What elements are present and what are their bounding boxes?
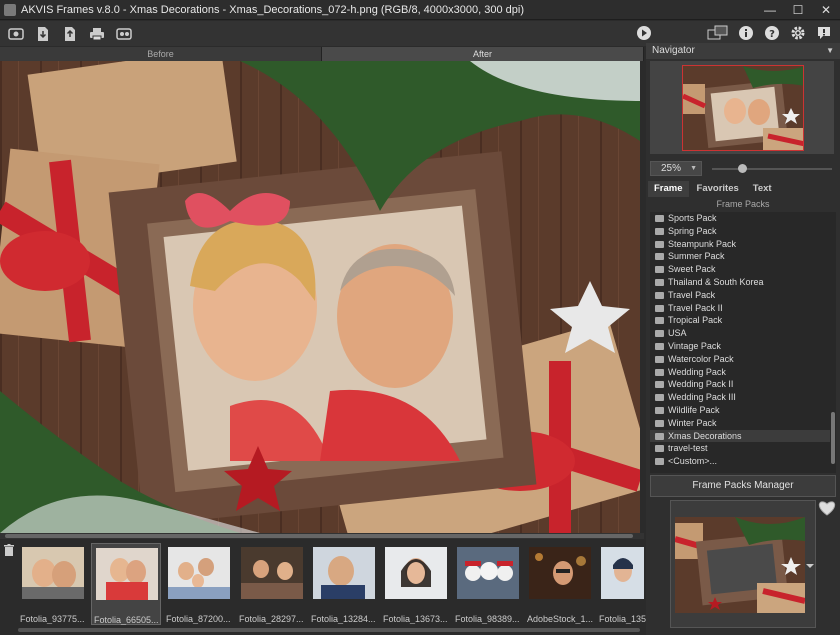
thumbnail-image — [313, 547, 375, 599]
trash-icon[interactable] — [4, 544, 14, 556]
framed-photo-preview — [0, 61, 640, 533]
filmstrip-item[interactable]: Fotolia_98389... — [453, 543, 523, 625]
pack-item[interactable]: <Custom>... — [650, 455, 830, 468]
print-icon[interactable] — [86, 24, 108, 44]
run-icon[interactable] — [634, 23, 654, 43]
image-canvas[interactable] — [0, 61, 640, 533]
packs-scrollbar[interactable] — [830, 212, 836, 473]
pack-item[interactable]: travel-test — [650, 442, 830, 455]
frame-preview-image — [675, 517, 805, 613]
filmstrip-item[interactable]: Fotolia_93775... — [18, 543, 88, 625]
chevron-down-icon: ▼ — [690, 165, 697, 172]
pack-item[interactable]: Vintage Pack — [650, 340, 830, 353]
minimize-icon[interactable]: — — [756, 0, 784, 20]
thumbnail-image — [96, 548, 158, 600]
thumbnail-image — [601, 547, 644, 599]
filmstrip-item[interactable]: Fotolia_13284... — [309, 543, 379, 625]
export-icon[interactable] — [59, 24, 81, 44]
open-image-icon[interactable] — [5, 24, 27, 44]
settings-icon[interactable] — [788, 23, 808, 43]
tab-after[interactable]: After — [322, 47, 644, 61]
thumbnail-image — [385, 547, 447, 599]
help-icon[interactable]: ? — [762, 23, 782, 43]
slider-handle[interactable] — [738, 164, 747, 173]
view-tabs: Before After — [0, 47, 644, 61]
zoom-value: 25% — [661, 163, 682, 174]
navigator-title: Navigator — [652, 45, 695, 56]
window-title: AKVIS Frames v.8.0 - Xmas Decorations - … — [21, 3, 524, 16]
pack-item[interactable]: Steampunk Pack — [650, 238, 830, 251]
filmstrip-scrollbar[interactable] — [18, 628, 640, 632]
frame-preview[interactable] — [670, 500, 816, 628]
thumbnail-label: Fotolia_87200... — [166, 614, 231, 624]
panel-tabs: Frame Favorites Text — [646, 181, 840, 197]
feedback-icon[interactable] — [814, 23, 834, 43]
workspace-icon[interactable] — [706, 23, 730, 43]
zoom-dropdown[interactable]: 25% ▼ — [650, 161, 702, 176]
pack-item[interactable]: Sweet Pack — [650, 263, 830, 276]
navigator-image — [682, 65, 804, 151]
thumbnail-label: Fotolia_13673... — [383, 614, 448, 624]
filmstrip-item[interactable]: Fotolia_87200... — [164, 543, 234, 625]
chevron-down-icon[interactable] — [805, 561, 815, 569]
pack-item[interactable]: Tropical Pack — [650, 314, 830, 327]
tab-before[interactable]: Before — [0, 47, 322, 61]
tab-favorites[interactable]: Favorites — [691, 181, 745, 197]
favorite-heart-icon[interactable] — [818, 500, 836, 516]
filmstrip-item-selected[interactable]: Fotolia_66505... — [91, 543, 161, 625]
zoom-slider[interactable] — [712, 164, 832, 173]
pack-item[interactable]: USA — [650, 327, 830, 340]
filmstrip-item[interactable]: AdobeStock_1... — [525, 543, 595, 625]
pack-item[interactable]: Watercolor Pack — [650, 353, 830, 366]
pack-item[interactable]: Wedding Pack II — [650, 378, 830, 391]
scrollbar-thumb[interactable] — [831, 412, 835, 464]
pack-item[interactable]: Thailand & South Korea — [650, 276, 830, 289]
thumbnail-label: Fotolia_93775... — [20, 614, 85, 624]
filmstrip-item[interactable]: Fotolia_28297... — [237, 543, 307, 625]
thumbnail-image — [22, 547, 84, 599]
navigator-preview[interactable] — [650, 61, 834, 154]
pack-item-selected[interactable]: Xmas Decorations — [650, 429, 830, 443]
thumbnail-label: Fotolia_28297... — [239, 614, 304, 624]
tab-text[interactable]: Text — [747, 181, 778, 197]
thumbnail-image — [168, 547, 230, 599]
frame-packs-list[interactable]: Sports Pack Spring Pack Steampunk Pack S… — [650, 212, 830, 473]
thumbnail-image — [529, 547, 591, 599]
frame-packs-manager-button[interactable]: Frame Packs Manager — [650, 475, 836, 497]
maximize-icon[interactable]: ☐ — [784, 0, 812, 20]
info-icon[interactable] — [736, 23, 756, 43]
app-logo-icon — [4, 3, 16, 16]
pack-item[interactable]: Wedding Pack III — [650, 391, 830, 404]
thumbnail-label: Fotolia_98389... — [455, 614, 520, 624]
svg-text:?: ? — [769, 29, 775, 40]
import-icon[interactable] — [32, 24, 54, 44]
title-bar: AKVIS Frames v.8.0 - Xmas Decorations - … — [0, 0, 840, 20]
pack-item[interactable]: Travel Pack — [650, 289, 830, 302]
close-icon[interactable]: ✕ — [812, 0, 840, 20]
pack-item[interactable]: Summer Pack — [650, 250, 830, 263]
tab-frame[interactable]: Frame — [648, 181, 689, 197]
batch-icon[interactable] — [113, 24, 135, 44]
pack-item[interactable]: Wedding Pack — [650, 366, 830, 379]
pack-item[interactable]: Wildlife Pack — [650, 404, 830, 417]
filmstrip-item[interactable]: Fotolia_135 — [597, 543, 646, 625]
frame-packs-title: Frame Packs — [716, 199, 770, 209]
scrollbar-thumb[interactable] — [5, 534, 633, 538]
filmstrip: Fotolia_93775... Fotolia_66505... Fotoli… — [0, 539, 646, 635]
pack-item[interactable]: Travel Pack II — [650, 302, 830, 315]
thumbnail-label: AdobeStock_1... — [527, 614, 594, 624]
pack-item[interactable]: Sports Pack — [650, 212, 830, 225]
pack-item[interactable]: Spring Pack — [650, 225, 830, 238]
pack-item[interactable]: Winter Pack — [650, 417, 830, 430]
chevron-down-icon[interactable]: ▼ — [826, 43, 834, 59]
right-panel: Navigator ▼ 25% ▼ Frame Favorites Text F… — [646, 43, 840, 635]
thumbnail-label: Fotolia_13284... — [311, 614, 376, 624]
thumbnail-image — [457, 547, 519, 599]
thumbnail-image — [241, 547, 303, 599]
canvas-vertical-scrollbar[interactable] — [640, 61, 644, 533]
navigator-header: Navigator ▼ — [646, 43, 840, 59]
thumbnail-label: Fotolia_66505... — [94, 615, 159, 625]
filmstrip-item[interactable]: Fotolia_13673... — [381, 543, 451, 625]
